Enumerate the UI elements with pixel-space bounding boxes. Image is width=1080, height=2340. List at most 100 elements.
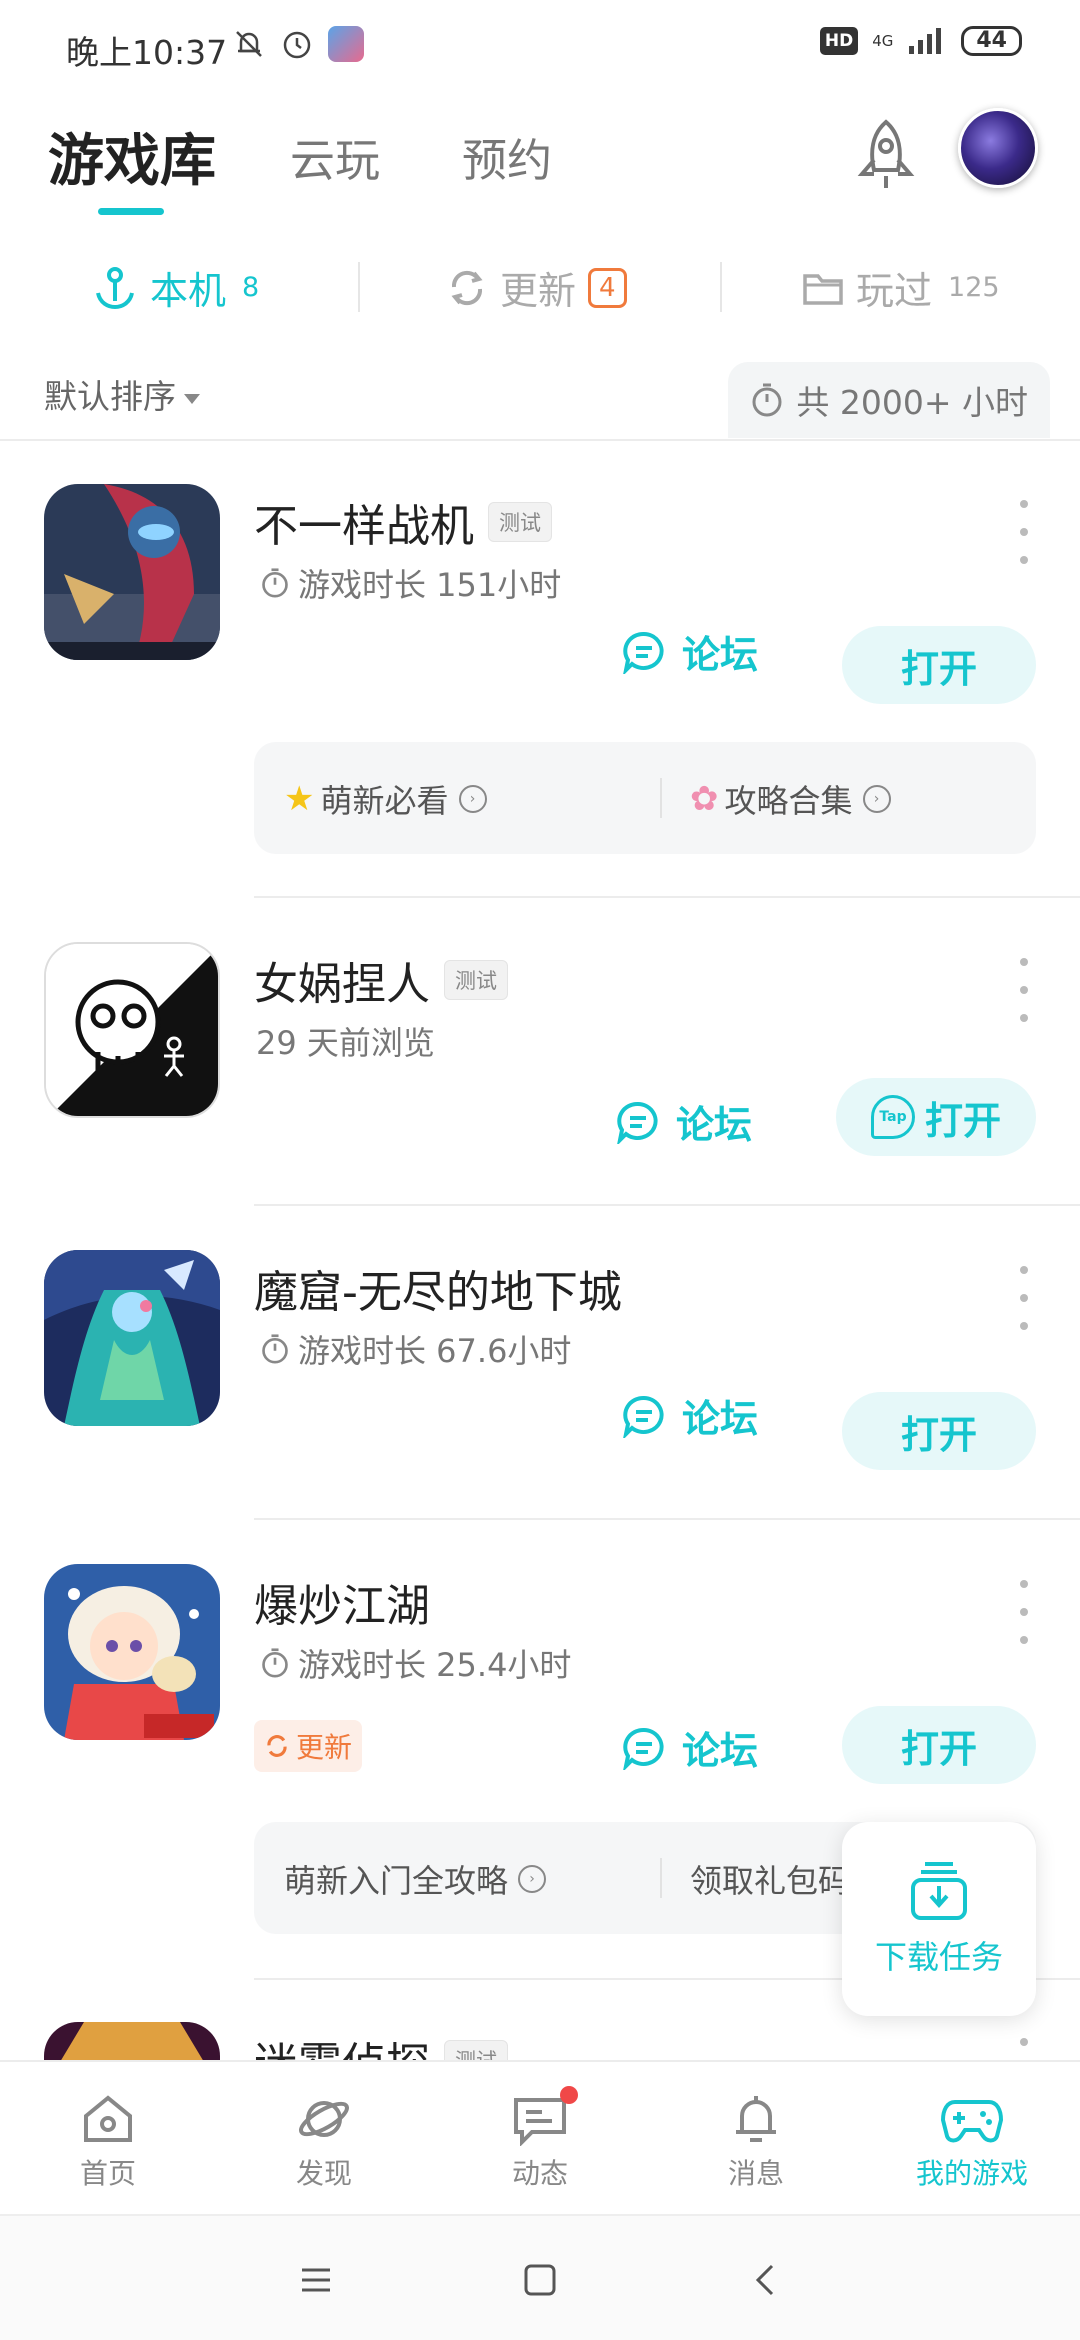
- game-title-row: 迷雾侦探 测试: [254, 2028, 508, 2060]
- rocket-icon[interactable]: [850, 118, 922, 194]
- game-icon[interactable]: [44, 484, 220, 660]
- game-title: 魔窟-无尽的地下城: [254, 1267, 622, 1318]
- refresh-icon: [451, 270, 483, 305]
- game-playtime: 游戏时长 25.4小时: [298, 1646, 572, 1684]
- open-button[interactable]: 打开: [842, 1392, 1036, 1470]
- game-title-row: 不一样战机 测试: [254, 490, 552, 554]
- forum-label: 论坛: [682, 633, 759, 677]
- tab-cloud-play[interactable]: 云玩: [290, 124, 380, 189]
- back-icon[interactable]: [748, 2262, 784, 2298]
- subtab-divider: [720, 262, 722, 312]
- game-icon[interactable]: [44, 2022, 220, 2060]
- sort-dropdown[interactable]: 默认排序: [44, 370, 200, 418]
- guide-link[interactable]: 萌新入门全攻略 ›: [284, 1856, 547, 1902]
- game-meta: 29 天前浏览: [256, 1018, 435, 1064]
- forum-button[interactable]: 论坛: [622, 1388, 758, 1443]
- nav-messages-label: 消息: [727, 2157, 784, 2190]
- guide-link[interactable]: 领取礼包码: [690, 1856, 850, 1902]
- subtab-local-count: 8: [242, 272, 260, 303]
- open-button[interactable]: 打开: [842, 626, 1036, 704]
- forum-button[interactable]: 论坛: [616, 1094, 752, 1149]
- more-options-icon[interactable]: [1014, 958, 1034, 1022]
- sort-row: 默认排序 共 2000+ 小时: [0, 360, 1080, 440]
- nav-activity-label: 动态: [511, 2157, 568, 2190]
- nav-home-label: 首页: [79, 2157, 136, 2190]
- forum-icon: [623, 1727, 664, 1770]
- download-tasks-button[interactable]: 下载任务: [842, 1822, 1036, 2016]
- nav-my-games[interactable]: 我的游戏: [902, 2092, 1042, 2192]
- game-icon[interactable]: [44, 1564, 220, 1740]
- guide-label: 攻略合集: [724, 782, 853, 820]
- total-playtime-text: 共 2000+ 小时: [796, 383, 1028, 422]
- guide-label: 领取礼包码: [690, 1862, 851, 1900]
- open-label: 打开: [900, 1412, 977, 1457]
- forum-button[interactable]: 论坛: [622, 1720, 758, 1775]
- nav-messages[interactable]: 消息: [686, 2092, 826, 2192]
- open-button[interactable]: 打开: [842, 1706, 1036, 1784]
- game-icon[interactable]: [44, 1250, 220, 1426]
- stopwatch-icon: [262, 568, 288, 598]
- guide-label: 萌新入门全攻略: [284, 1862, 509, 1900]
- nav-my-games-label: 我的游戏: [915, 2157, 1028, 2190]
- game-meta: 游戏时长 25.4小时: [260, 1640, 571, 1686]
- status-icons-left: [232, 26, 364, 62]
- open-label: 打开: [924, 1098, 1001, 1143]
- subtab-local[interactable]: 本机 8: [92, 260, 259, 315]
- guide-link[interactable]: ✿ 攻略合集 ›: [690, 776, 891, 822]
- game-card[interactable]: 魔窟-无尽的地下城 游戏时长 67.6小时 论坛 打开: [0, 1250, 1080, 1510]
- stopwatch-icon: [262, 1334, 288, 1364]
- status-time: 晚上10:37: [66, 33, 228, 72]
- menu-icon[interactable]: [298, 2262, 334, 2298]
- nav-home[interactable]: 首页: [38, 2092, 178, 2192]
- user-avatar[interactable]: [958, 108, 1038, 188]
- system-navigation-bar: [0, 2214, 1080, 2340]
- game-title: 迷雾侦探: [254, 2028, 430, 2060]
- nav-activity[interactable]: 动态: [470, 2086, 610, 2192]
- more-options-icon[interactable]: [1014, 1266, 1034, 1330]
- nav-discover[interactable]: 发现: [254, 2092, 394, 2192]
- tab-game-library[interactable]: 游戏库: [48, 116, 216, 197]
- test-badge: 测试: [488, 502, 552, 542]
- planet-icon: [299, 2101, 349, 2137]
- test-badge: 测试: [444, 2040, 508, 2060]
- subtab-played[interactable]: 玩过 125: [802, 260, 1000, 315]
- guide-link[interactable]: ★ 萌新必看 ›: [284, 776, 487, 822]
- game-icon[interactable]: [44, 942, 220, 1118]
- card-divider: [254, 1518, 1080, 1520]
- chevron-right-icon: ›: [518, 1865, 547, 1893]
- update-tag: 更新: [254, 1720, 363, 1772]
- home-icon: [84, 2095, 132, 2142]
- game-meta: 游戏时长 67.6小时: [260, 1326, 571, 1372]
- bell-icon: [736, 2096, 776, 2142]
- more-options-icon[interactable]: [1014, 1580, 1034, 1644]
- guide-label: 萌新必看: [320, 782, 449, 820]
- card-divider: [254, 1204, 1080, 1206]
- silent-bell-icon: [236, 31, 262, 57]
- game-title-row: 女娲捏人 测试: [254, 948, 508, 1012]
- subtab-update[interactable]: 更新 4: [446, 260, 627, 315]
- chat-icon: [514, 2098, 566, 2146]
- game-card[interactable]: 不一样战机 测试 游戏时长 151小时 论坛 打开 ★ 萌新必看 › ✿ 攻略合…: [0, 484, 1080, 884]
- status-bar: 晚上10:37 HD 4G 44: [0, 0, 1080, 96]
- status-icons-right: HD 4G 44: [819, 26, 1022, 56]
- game-title: 爆炒江湖: [254, 1581, 430, 1632]
- game-title-row: 魔窟-无尽的地下城: [254, 1256, 622, 1320]
- open-button[interactable]: Tap 打开: [836, 1078, 1036, 1156]
- guide-separator: [660, 1858, 662, 1898]
- app-notification-icon: [328, 26, 364, 62]
- anchor-icon: [96, 266, 134, 309]
- forum-label: 论坛: [682, 1397, 759, 1441]
- more-options-icon[interactable]: [1014, 500, 1034, 564]
- alarm-icon: [283, 31, 311, 59]
- forum-button[interactable]: 论坛: [622, 624, 758, 679]
- home-square-icon[interactable]: [522, 2262, 558, 2298]
- network-type: 4G: [872, 32, 894, 50]
- game-card[interactable]: 迷雾侦探 测试: [0, 2022, 1080, 2060]
- subtab-local-label: 本机: [150, 269, 227, 313]
- game-card[interactable]: 女娲捏人 测试 29 天前浏览 论坛 Tap 打开: [0, 942, 1080, 1202]
- active-tab-indicator: [98, 208, 164, 215]
- open-label: 打开: [900, 1726, 977, 1771]
- tab-reservation[interactable]: 预约: [462, 124, 552, 189]
- more-options-icon[interactable]: [1014, 2038, 1034, 2060]
- subtab-update-count: 4: [588, 267, 627, 308]
